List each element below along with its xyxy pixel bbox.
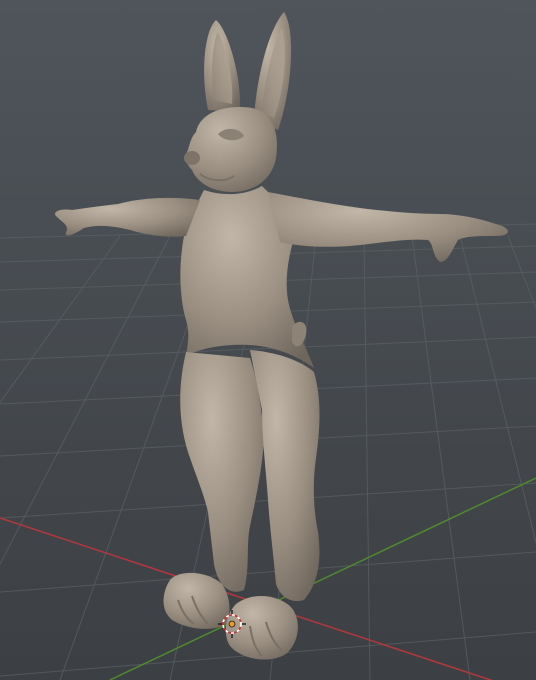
origin-marker-icon <box>228 620 236 628</box>
3d-viewport[interactable] <box>0 0 536 680</box>
nose <box>184 151 200 165</box>
right-foot <box>225 595 298 660</box>
viewport-canvas[interactable] <box>0 0 536 680</box>
